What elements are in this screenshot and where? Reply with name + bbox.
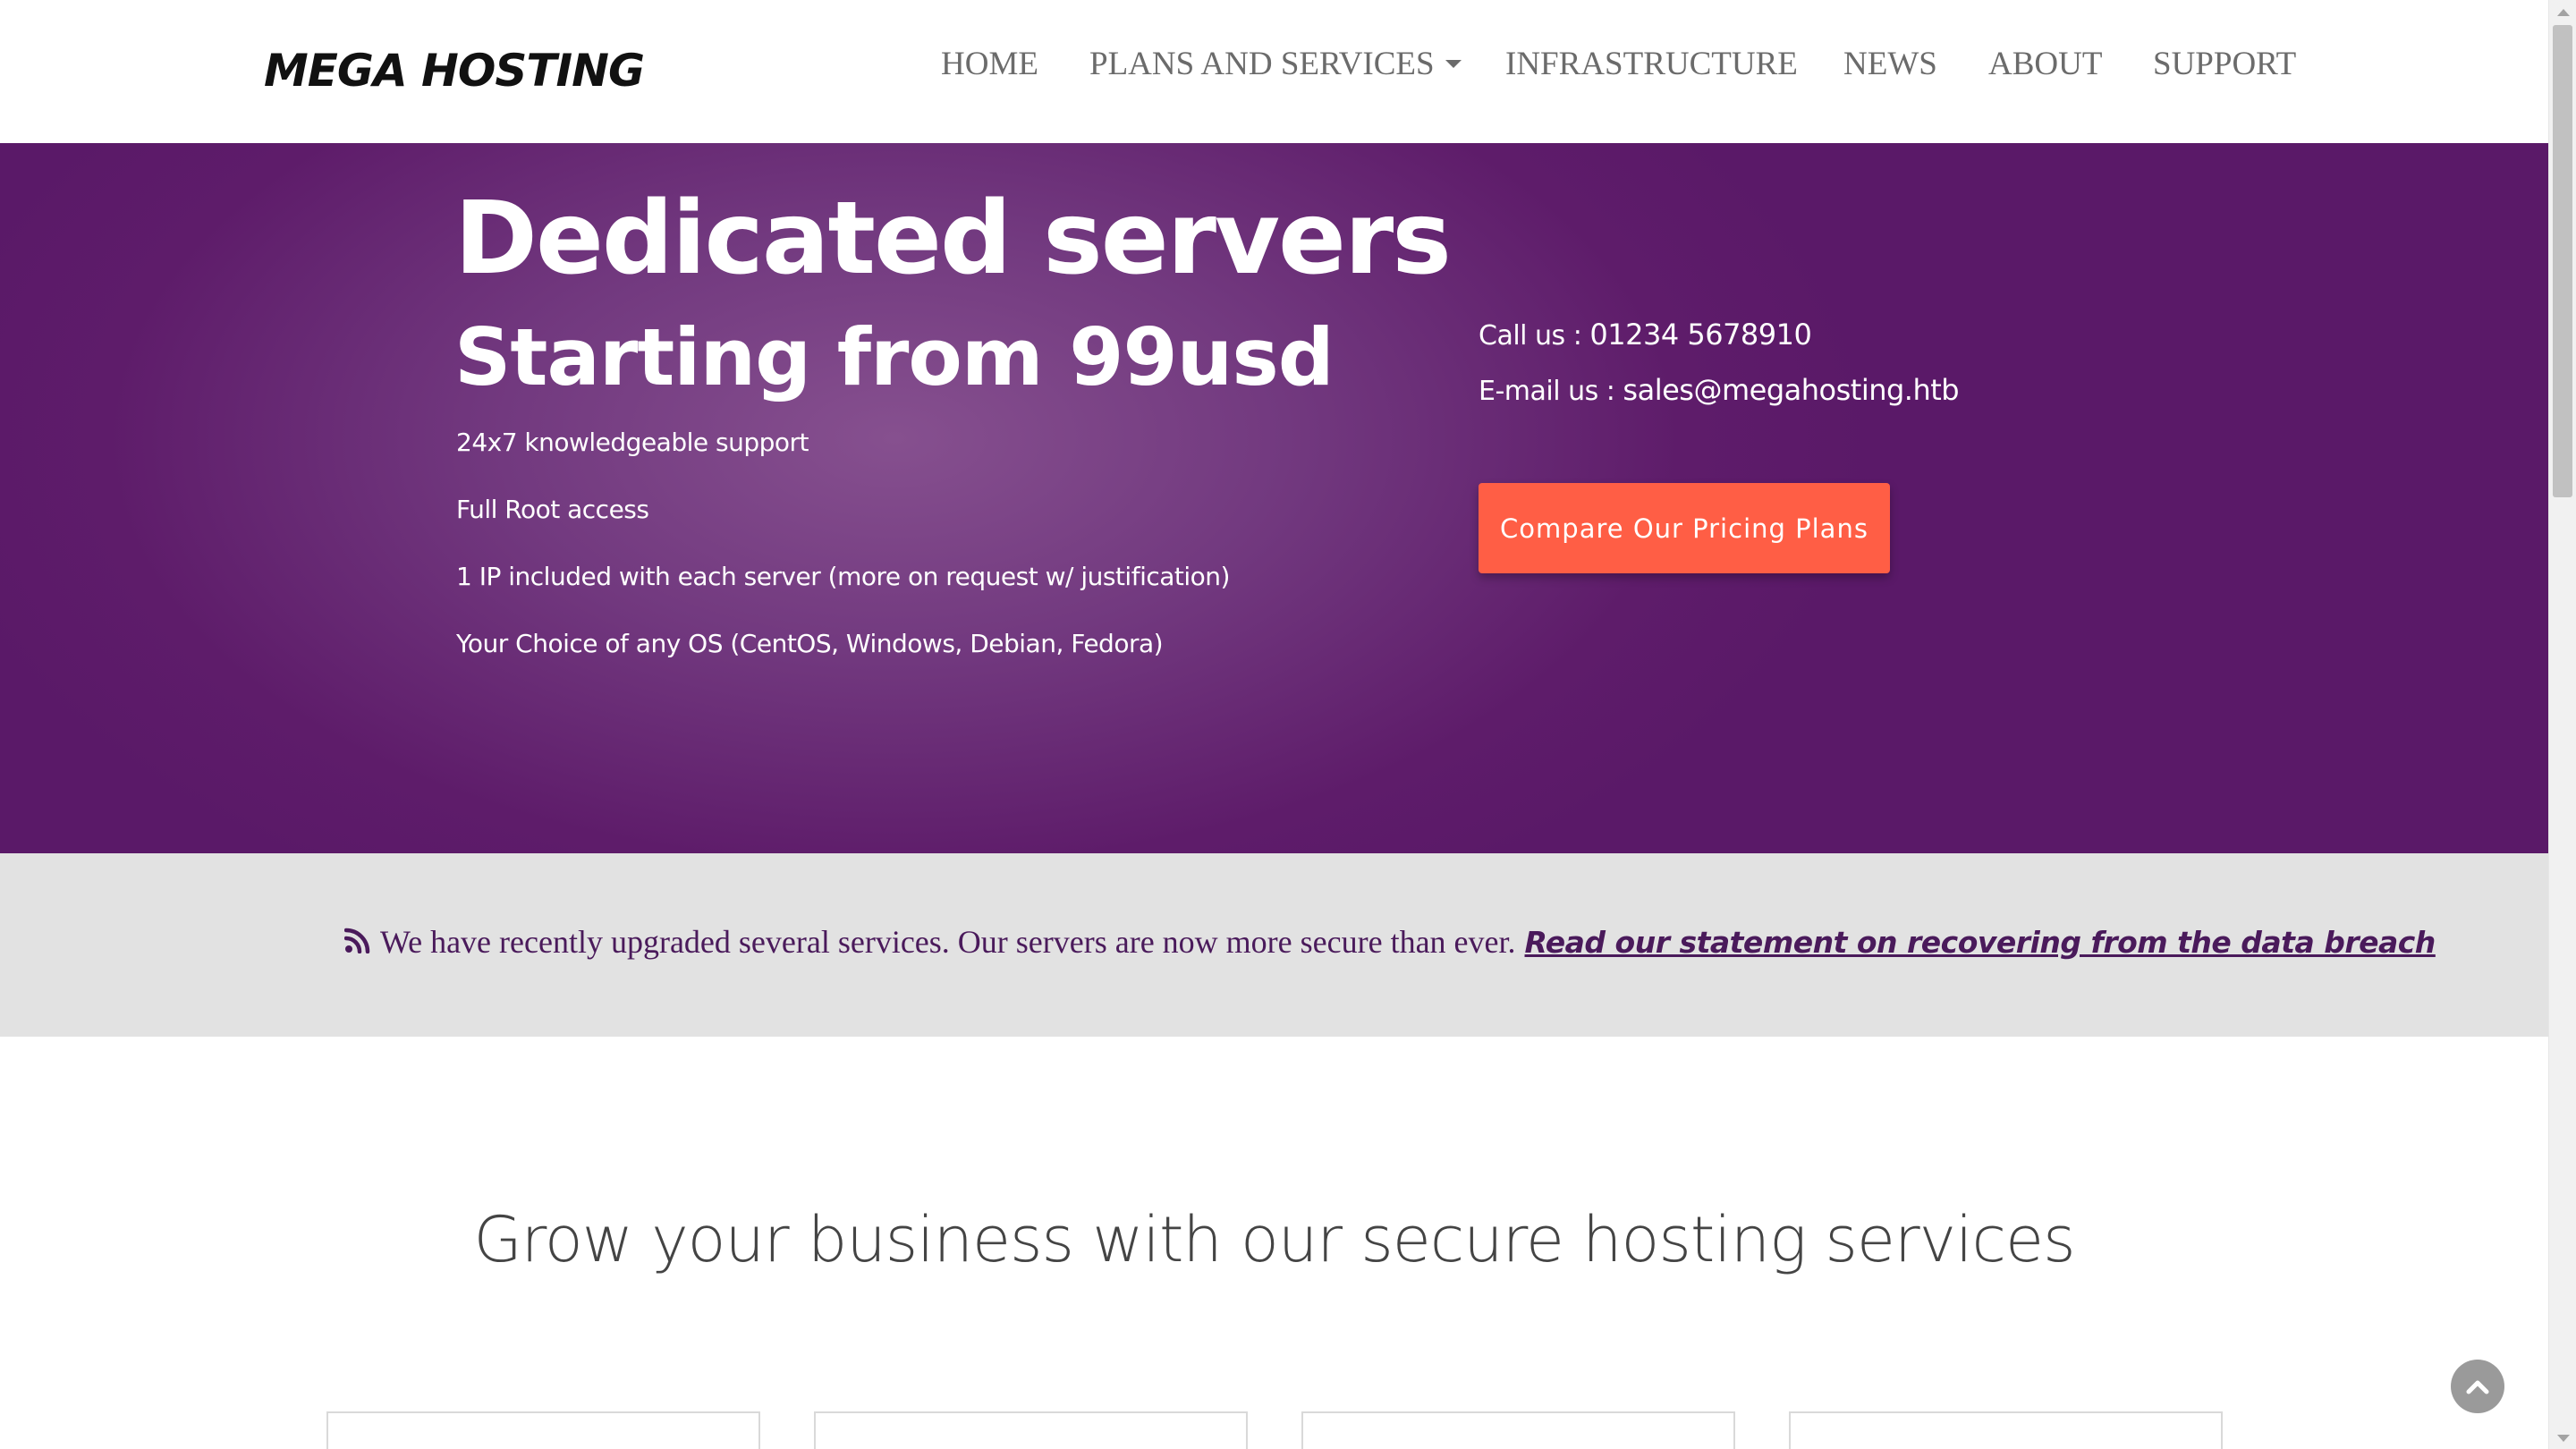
compare-pricing-button[interactable]: Compare Our Pricing Plans: [1479, 483, 1890, 573]
feature-item: Your Choice of any OS (CentOS, Windows, …: [456, 629, 1164, 658]
hero-title: Dedicated servers: [454, 181, 1452, 297]
scroll-down-arrow-icon[interactable]: [2557, 1435, 2570, 1442]
rss-icon: [344, 928, 370, 953]
nav-home[interactable]: HOME: [941, 45, 1038, 83]
service-card: [1789, 1411, 2223, 1449]
back-to-top-button[interactable]: [2451, 1360, 2504, 1413]
section-heading: Grow your business with our secure hosti…: [473, 1203, 2075, 1276]
chevron-up-icon: [2466, 1380, 2489, 1394]
service-card: [814, 1411, 1248, 1449]
nav-infrastructure[interactable]: INFRASTRUCTURE: [1505, 45, 1798, 83]
scroll-up-arrow-icon[interactable]: [2557, 9, 2570, 16]
email-address[interactable]: sales@megahosting.htb: [1623, 373, 1959, 407]
nav-support[interactable]: SUPPORT: [2153, 45, 2296, 83]
phone-label: Call us :: [1479, 320, 1590, 352]
feature-item: 1 IP included with each server (more on …: [456, 562, 1230, 591]
hero-banner: Dedicated servers Starting from 99usd 24…: [0, 143, 2548, 853]
scrollbar-thumb[interactable]: [2553, 25, 2572, 497]
caret-down-icon: [1445, 60, 1462, 69]
page-scrollbar[interactable]: [2548, 0, 2576, 1449]
service-card: [1301, 1411, 1735, 1449]
phone-number[interactable]: 01234 5678910: [1589, 318, 1811, 352]
announcement-content: We have recently upgraded several servic…: [344, 923, 2436, 961]
nav-plans-and-services[interactable]: PLANS AND SERVICES: [1089, 45, 1462, 83]
data-breach-statement-link[interactable]: Read our statement on recovering from th…: [1525, 925, 2436, 960]
feature-item: 24x7 knowledgeable support: [456, 428, 809, 457]
email-label: E-mail us :: [1479, 376, 1623, 407]
nav-news[interactable]: NEWS: [1843, 45, 1937, 83]
announcement-text: We have recently upgraded several servic…: [380, 924, 1516, 960]
nav-about[interactable]: ABOUT: [1988, 45, 2102, 83]
navbar: MEGA HOSTING HOME PLANS AND SERVICES INF…: [0, 0, 2548, 143]
contact-email: E-mail us : sales@megahosting.htb: [1479, 373, 1960, 407]
site-logo[interactable]: MEGA HOSTING: [264, 45, 645, 97]
hero-subtitle: Starting from 99usd: [454, 311, 1335, 403]
announcement-bar: We have recently upgraded several servic…: [0, 853, 2548, 1037]
feature-item: Full Root access: [456, 495, 649, 524]
contact-phone: Call us : 01234 5678910: [1479, 318, 1812, 352]
nav-plans-label: PLANS AND SERVICES: [1089, 46, 1435, 82]
service-card: [326, 1411, 760, 1449]
